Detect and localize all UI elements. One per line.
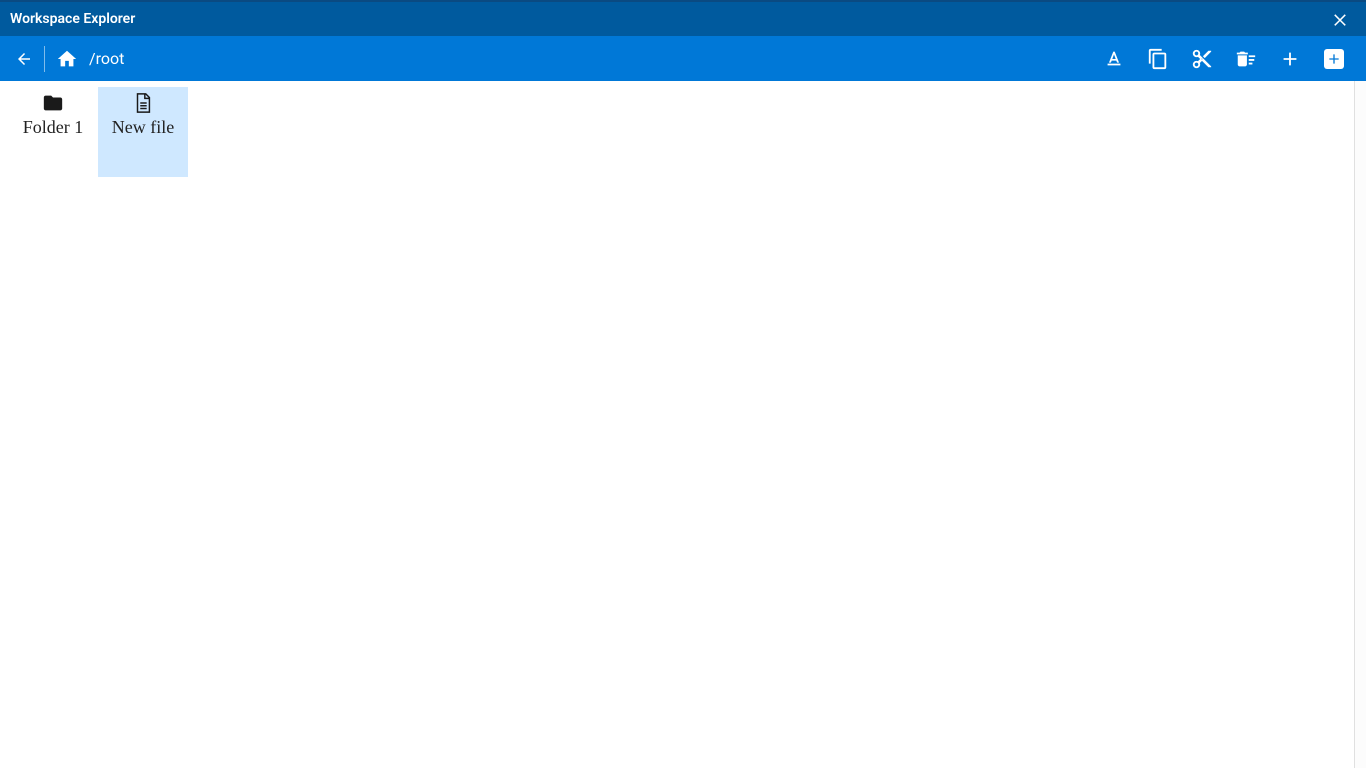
cut-button[interactable] [1180, 36, 1224, 81]
close-icon [1331, 10, 1349, 28]
folder-icon [39, 91, 67, 115]
text-format-icon [1103, 48, 1125, 70]
item-label: Folder 1 [23, 117, 84, 139]
toolbar-divider [44, 46, 45, 72]
close-button[interactable] [1326, 5, 1354, 33]
delete-sweep-icon [1235, 48, 1257, 70]
back-button[interactable] [6, 36, 42, 81]
plus-icon [1279, 48, 1301, 70]
folder-item[interactable]: Folder 1 [8, 87, 98, 177]
breadcrumb-path[interactable]: /root [89, 49, 124, 68]
toolbar: /root [0, 36, 1366, 81]
copy-button[interactable] [1136, 36, 1180, 81]
toolbar-nav-left: /root [6, 36, 124, 81]
title-bar: Workspace Explorer [0, 2, 1366, 36]
cut-icon [1191, 48, 1213, 70]
toolbar-actions [1092, 36, 1356, 81]
home-button[interactable] [49, 36, 85, 81]
new-file-badge [1324, 49, 1344, 69]
plus-box-icon [1326, 51, 1342, 67]
item-label: New file [112, 117, 174, 139]
vertical-scrollbar[interactable] [1354, 81, 1366, 768]
file-item[interactable]: New file [98, 87, 188, 177]
home-icon [56, 48, 78, 70]
new-folder-button[interactable] [1268, 36, 1312, 81]
file-icon [129, 91, 157, 115]
new-file-button[interactable] [1312, 36, 1356, 81]
file-grid[interactable]: Folder 1 New file [0, 81, 1366, 768]
copy-icon [1147, 48, 1169, 70]
delete-button[interactable] [1224, 36, 1268, 81]
rename-button[interactable] [1092, 36, 1136, 81]
window-title: Workspace Explorer [10, 11, 135, 27]
arrow-left-icon [15, 50, 33, 68]
